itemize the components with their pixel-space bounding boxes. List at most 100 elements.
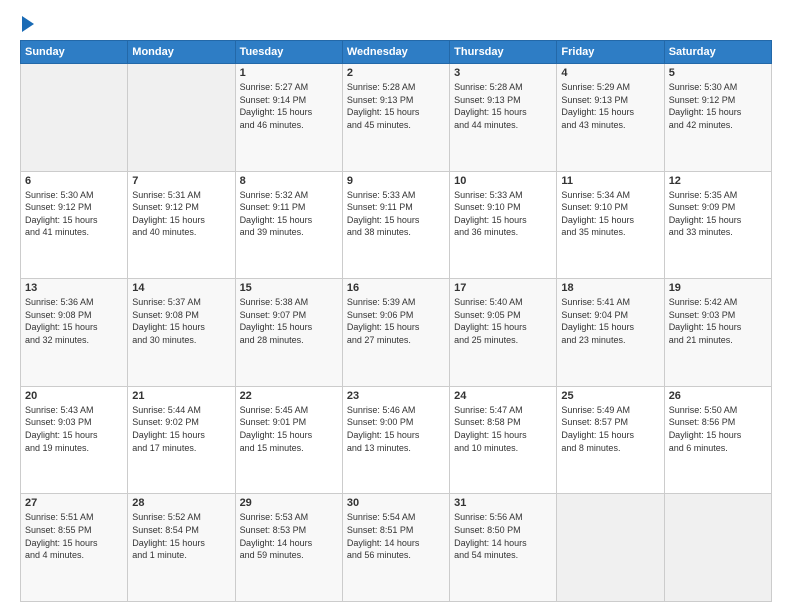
day-number: 21 (132, 390, 230, 402)
day-number: 24 (454, 390, 552, 402)
day-info: Sunrise: 5:52 AM Sunset: 8:54 PM Dayligh… (132, 511, 230, 561)
day-number: 6 (25, 175, 123, 187)
day-info: Sunrise: 5:50 AM Sunset: 8:56 PM Dayligh… (669, 404, 767, 454)
logo (20, 18, 34, 32)
day-info: Sunrise: 5:42 AM Sunset: 9:03 PM Dayligh… (669, 296, 767, 346)
day-cell: 26 Sunrise: 5:50 AM Sunset: 8:56 PM Dayli… (664, 386, 771, 494)
day-info: Sunrise: 5:43 AM Sunset: 9:03 PM Dayligh… (25, 404, 123, 454)
day-cell: 14Sunrise: 5:37 AM Sunset: 9:08 PM Dayli… (128, 279, 235, 387)
day-cell: 6 Sunrise: 5:30 AM Sunset: 9:12 PM Daylig… (21, 171, 128, 279)
day-number: 1 (240, 67, 338, 79)
day-info: Sunrise: 5:32 AM Sunset: 9:11 PM Dayligh… (240, 189, 338, 239)
day-cell: 23 Sunrise: 5:46 AM Sunset: 9:00 PM Dayli… (342, 386, 449, 494)
day-info: Sunrise: 5:34 AM Sunset: 9:10 PM Dayligh… (561, 189, 659, 239)
day-info: Sunrise: 5:47 AM Sunset: 8:58 PM Dayligh… (454, 404, 552, 454)
day-number: 4 (561, 67, 659, 79)
day-header-monday: Monday (128, 41, 235, 64)
day-cell: 10 Sunrise: 5:33 AM Sunset: 9:10 PM Dayli… (450, 171, 557, 279)
day-header-thursday: Thursday (450, 41, 557, 64)
week-row-3: 13Sunrise: 5:36 AM Sunset: 9:08 PM Dayli… (21, 279, 772, 387)
day-cell (664, 494, 771, 602)
day-cell: 12 Sunrise: 5:35 AM Sunset: 9:09 PM Dayli… (664, 171, 771, 279)
day-cell: 18 Sunrise: 5:41 AM Sunset: 9:04 PM Dayli… (557, 279, 664, 387)
page: SundayMondayTuesdayWednesdayThursdayFrid… (0, 0, 792, 612)
day-number: 7 (132, 175, 230, 187)
day-info: Sunrise: 5:54 AM Sunset: 8:51 PM Dayligh… (347, 511, 445, 561)
day-number: 16 (347, 282, 445, 294)
week-row-5: 27Sunrise: 5:51 AM Sunset: 8:55 PM Dayli… (21, 494, 772, 602)
day-info: Sunrise: 5:33 AM Sunset: 9:10 PM Dayligh… (454, 189, 552, 239)
day-number: 20 (25, 390, 123, 402)
day-cell: 19 Sunrise: 5:42 AM Sunset: 9:03 PM Dayli… (664, 279, 771, 387)
day-cell (128, 64, 235, 172)
logo-arrow-icon (22, 16, 34, 32)
day-cell (21, 64, 128, 172)
day-cell: 24 Sunrise: 5:47 AM Sunset: 8:58 PM Dayli… (450, 386, 557, 494)
day-number: 9 (347, 175, 445, 187)
day-info: Sunrise: 5:27 AM Sunset: 9:14 PM Dayligh… (240, 81, 338, 131)
week-row-4: 20 Sunrise: 5:43 AM Sunset: 9:03 PM Dayli… (21, 386, 772, 494)
day-number: 2 (347, 67, 445, 79)
header-row: SundayMondayTuesdayWednesdayThursdayFrid… (21, 41, 772, 64)
day-info: Sunrise: 5:30 AM Sunset: 9:12 PM Dayligh… (25, 189, 123, 239)
day-cell: 2 Sunrise: 5:28 AM Sunset: 9:13 PM Daylig… (342, 64, 449, 172)
day-info: Sunrise: 5:56 AM Sunset: 8:50 PM Dayligh… (454, 511, 552, 561)
day-number: 26 (669, 390, 767, 402)
day-info: Sunrise: 5:44 AM Sunset: 9:02 PM Dayligh… (132, 404, 230, 454)
calendar-table: SundayMondayTuesdayWednesdayThursdayFrid… (20, 40, 772, 602)
day-number: 18 (561, 282, 659, 294)
day-cell: 29 Sunrise: 5:53 AM Sunset: 8:53 PM Dayli… (235, 494, 342, 602)
day-cell: 22Sunrise: 5:45 AM Sunset: 9:01 PM Dayli… (235, 386, 342, 494)
day-cell: 30Sunrise: 5:54 AM Sunset: 8:51 PM Dayli… (342, 494, 449, 602)
day-cell: 1 Sunrise: 5:27 AM Sunset: 9:14 PM Daylig… (235, 64, 342, 172)
day-number: 8 (240, 175, 338, 187)
day-number: 11 (561, 175, 659, 187)
day-number: 22 (240, 390, 338, 402)
day-info: Sunrise: 5:39 AM Sunset: 9:06 PM Dayligh… (347, 296, 445, 346)
day-number: 29 (240, 497, 338, 509)
day-number: 17 (454, 282, 552, 294)
day-header-wednesday: Wednesday (342, 41, 449, 64)
day-info: Sunrise: 5:28 AM Sunset: 9:13 PM Dayligh… (347, 81, 445, 131)
day-info: Sunrise: 5:30 AM Sunset: 9:12 PM Dayligh… (669, 81, 767, 131)
day-cell: 28 Sunrise: 5:52 AM Sunset: 8:54 PM Dayli… (128, 494, 235, 602)
day-number: 3 (454, 67, 552, 79)
day-cell: 21 Sunrise: 5:44 AM Sunset: 9:02 PM Dayli… (128, 386, 235, 494)
day-number: 15 (240, 282, 338, 294)
day-cell: 27Sunrise: 5:51 AM Sunset: 8:55 PM Dayli… (21, 494, 128, 602)
day-cell: 4Sunrise: 5:29 AM Sunset: 9:13 PM Daylig… (557, 64, 664, 172)
day-cell: 11 Sunrise: 5:34 AM Sunset: 9:10 PM Dayli… (557, 171, 664, 279)
day-cell: 31 Sunrise: 5:56 AM Sunset: 8:50 PM Dayli… (450, 494, 557, 602)
day-cell: 16 Sunrise: 5:39 AM Sunset: 9:06 PM Dayli… (342, 279, 449, 387)
day-info: Sunrise: 5:38 AM Sunset: 9:07 PM Dayligh… (240, 296, 338, 346)
day-info: Sunrise: 5:46 AM Sunset: 9:00 PM Dayligh… (347, 404, 445, 454)
day-cell: 3 Sunrise: 5:28 AM Sunset: 9:13 PM Daylig… (450, 64, 557, 172)
header (20, 18, 772, 32)
day-number: 12 (669, 175, 767, 187)
day-info: Sunrise: 5:36 AM Sunset: 9:08 PM Dayligh… (25, 296, 123, 346)
day-cell (557, 494, 664, 602)
day-header-friday: Friday (557, 41, 664, 64)
day-header-saturday: Saturday (664, 41, 771, 64)
day-header-tuesday: Tuesday (235, 41, 342, 64)
day-number: 25 (561, 390, 659, 402)
day-cell: 13Sunrise: 5:36 AM Sunset: 9:08 PM Dayli… (21, 279, 128, 387)
day-number: 19 (669, 282, 767, 294)
day-number: 5 (669, 67, 767, 79)
week-row-2: 6 Sunrise: 5:30 AM Sunset: 9:12 PM Daylig… (21, 171, 772, 279)
day-info: Sunrise: 5:35 AM Sunset: 9:09 PM Dayligh… (669, 189, 767, 239)
day-header-sunday: Sunday (21, 41, 128, 64)
day-info: Sunrise: 5:53 AM Sunset: 8:53 PM Dayligh… (240, 511, 338, 561)
day-number: 10 (454, 175, 552, 187)
day-info: Sunrise: 5:28 AM Sunset: 9:13 PM Dayligh… (454, 81, 552, 131)
day-info: Sunrise: 5:40 AM Sunset: 9:05 PM Dayligh… (454, 296, 552, 346)
day-info: Sunrise: 5:41 AM Sunset: 9:04 PM Dayligh… (561, 296, 659, 346)
day-info: Sunrise: 5:33 AM Sunset: 9:11 PM Dayligh… (347, 189, 445, 239)
day-info: Sunrise: 5:51 AM Sunset: 8:55 PM Dayligh… (25, 511, 123, 561)
day-number: 28 (132, 497, 230, 509)
day-cell: 20 Sunrise: 5:43 AM Sunset: 9:03 PM Dayli… (21, 386, 128, 494)
week-row-1: 1 Sunrise: 5:27 AM Sunset: 9:14 PM Daylig… (21, 64, 772, 172)
day-number: 23 (347, 390, 445, 402)
day-cell: 8 Sunrise: 5:32 AM Sunset: 9:11 PM Daylig… (235, 171, 342, 279)
day-number: 31 (454, 497, 552, 509)
